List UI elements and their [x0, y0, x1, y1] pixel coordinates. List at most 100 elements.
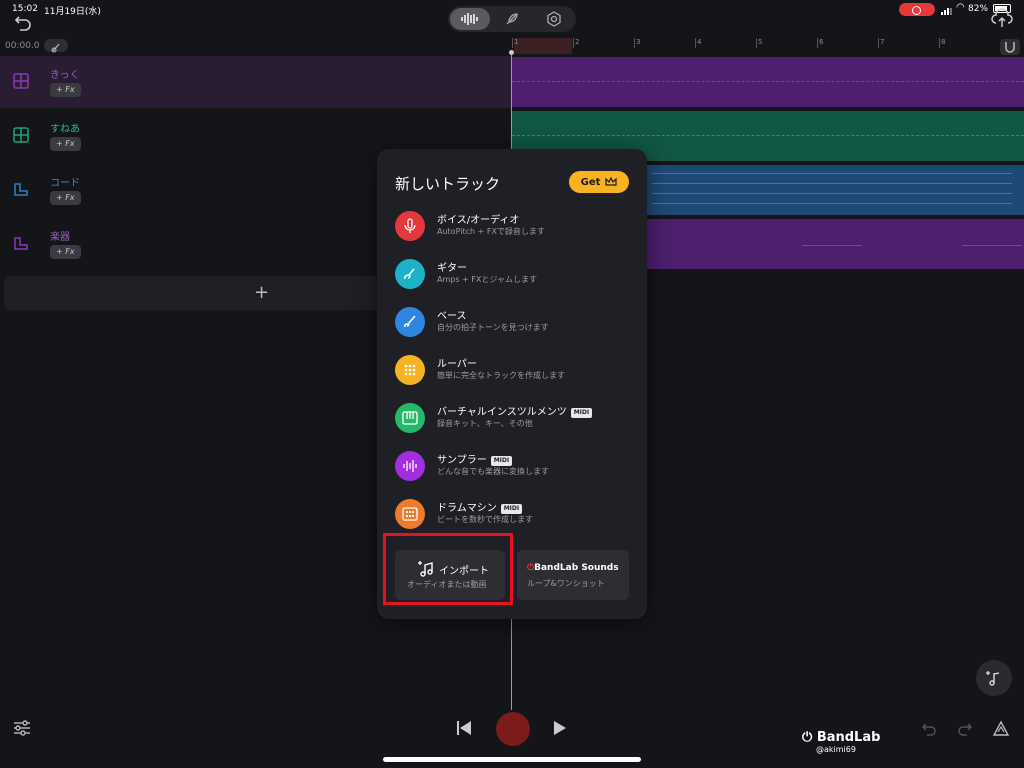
track-name[interactable]: すねあ [50, 120, 80, 135]
music-note-plus-icon [986, 671, 1000, 686]
add-fx-button[interactable]: + Fx [50, 137, 81, 151]
add-fx-button[interactable]: + Fx [50, 191, 81, 205]
add-music-button[interactable] [976, 660, 1012, 696]
rewind-icon[interactable] [454, 718, 474, 738]
screen-recording-icon[interactable] [899, 3, 935, 16]
track-header[interactable]: きっく + Fx [0, 56, 512, 108]
ruler-mark: 4 [697, 38, 702, 46]
home-indicator[interactable] [383, 757, 641, 762]
add-fx-button[interactable]: + Fx [50, 245, 81, 259]
track-name[interactable]: 楽器 [50, 228, 70, 243]
dialog-title: 新しいトラック [395, 175, 501, 193]
waveform-icon [461, 13, 478, 25]
midi-badge: MIDI [490, 456, 513, 466]
grid-icon [13, 73, 29, 89]
option-label: ギター [437, 263, 467, 274]
option-label: サンプラー MIDI [437, 451, 513, 466]
redo-icon[interactable] [956, 720, 974, 738]
ruler-mark: 6 [819, 38, 824, 46]
option-label: バーチャルインスツルメンツ MIDI [437, 403, 593, 418]
midi-badge: MIDI [570, 408, 593, 418]
metronome-icon[interactable] [44, 39, 68, 53]
option-subtitle: 録音キット、キー、その他 [437, 419, 533, 428]
keyboard-icon [395, 403, 425, 433]
signal-icon [941, 5, 953, 15]
ruler-mark: 2 [575, 38, 580, 46]
sounds-brand-suffix: Sounds [581, 563, 619, 573]
track-region[interactable] [512, 57, 1024, 107]
bass-icon [395, 307, 425, 337]
ruler-mark: 5 [758, 38, 763, 46]
plus-icon: + [254, 282, 270, 303]
drum-machine-icon [395, 499, 425, 529]
lyrics-view-tab[interactable] [492, 8, 532, 30]
option-label-text: サンプラー [437, 455, 487, 466]
settings-view-tab[interactable] [534, 8, 574, 30]
option-subtitle: 自分の拍子トーンを見つけます [437, 323, 549, 332]
time-counter: 00:00.0 [5, 41, 40, 51]
track-option-voice[interactable]: ボイス/オーディオ AutoPitch + FXで録音します [395, 206, 635, 246]
gear-icon [547, 11, 561, 27]
wifi-icon: ◠ [956, 2, 965, 13]
track-option-guitar[interactable]: ギター Amps + FXとジャムします [395, 254, 635, 294]
feather-icon [506, 13, 518, 25]
option-label: ボイス/オーディオ [437, 215, 520, 226]
ruler-mark: 8 [941, 38, 946, 46]
timeline-ruler[interactable]: 1 2 3 4 5 6 7 8 [512, 38, 1024, 56]
record-button[interactable] [496, 712, 530, 746]
status-date: 11月19日(水) [44, 7, 101, 17]
option-label: ルーパー [437, 359, 477, 370]
option-subtitle: Amps + FXとジャムします [437, 275, 537, 284]
track-option-sampler[interactable]: サンプラー MIDI どんな音でも楽器に変換します [395, 446, 635, 486]
annotation-highlight-box [383, 533, 513, 605]
option-subtitle: AutoPitch + FXで録音します [437, 227, 545, 236]
track-name[interactable]: コード [50, 174, 80, 189]
add-fx-button[interactable]: + Fx [50, 83, 81, 97]
battery-percent: 82% [968, 4, 989, 14]
sounds-subtitle: ループ&ワンショット [527, 579, 605, 588]
track-option-drum-machine[interactable]: ドラムマシン MIDI ビートを数秒で作成します [395, 494, 635, 534]
bandlab-logo-icon: ⏻ [802, 730, 817, 745]
track-option-virtual-instruments[interactable]: バーチャルインスツルメンツ MIDI 録音キット、キー、その他 [395, 398, 635, 438]
play-icon[interactable] [552, 719, 568, 737]
option-label-text: バーチャルインスツルメンツ [437, 407, 567, 418]
bandlab-sounds-logo: ⏻BandLab Sounds [527, 563, 619, 573]
ruler-mark: 3 [636, 38, 641, 46]
tools-icon[interactable] [992, 720, 1010, 738]
option-label-text: ドラムマシン [437, 503, 497, 514]
bandlab-sounds-button[interactable]: ⏻BandLab Sounds ループ&ワンショット [517, 550, 629, 600]
back-icon[interactable] [12, 12, 34, 34]
option-subtitle: どんな音でも楽器に変換します [437, 467, 549, 476]
watermark-brand: BandLab [816, 730, 881, 745]
option-subtitle: ビートを数秒で作成します [437, 515, 533, 524]
loop-region[interactable] [514, 38, 572, 54]
looper-icon [395, 355, 425, 385]
ruler-mark: 7 [880, 38, 885, 46]
ruler-mark: 1 [514, 38, 519, 46]
grid-icon [13, 127, 29, 143]
option-subtitle: 簡単に完全なトラックを作成します [437, 371, 565, 380]
snap-magnet-icon[interactable] [1000, 39, 1020, 55]
keyboard-icon [14, 183, 28, 196]
view-switcher [448, 6, 576, 32]
option-label: ベース [437, 311, 467, 322]
track-option-bass[interactable]: ベース 自分の拍子トーンを見つけます [395, 302, 635, 342]
watermark-user: @akimi69 [816, 745, 856, 754]
track-name[interactable]: きっく [50, 66, 80, 81]
midi-badge: MIDI [500, 504, 523, 514]
track-option-looper[interactable]: ルーパー 簡単に完全なトラックを作成します [395, 350, 635, 390]
add-track-button[interactable]: + [4, 276, 384, 310]
crown-icon [605, 177, 617, 186]
guitar-icon [395, 259, 425, 289]
get-label: Get [580, 176, 601, 188]
waveform-icon [395, 451, 425, 481]
cloud-upload-icon[interactable] [990, 8, 1014, 30]
get-premium-button[interactable]: Get [569, 171, 629, 193]
undo-icon[interactable] [920, 720, 938, 738]
keyboard-icon [14, 237, 28, 250]
studio-view-tab[interactable] [450, 8, 490, 30]
microphone-icon [395, 211, 425, 241]
sounds-brand: BandLab [534, 563, 579, 573]
option-label: ドラムマシン MIDI [437, 499, 523, 514]
mixer-sliders-icon[interactable] [12, 718, 32, 738]
